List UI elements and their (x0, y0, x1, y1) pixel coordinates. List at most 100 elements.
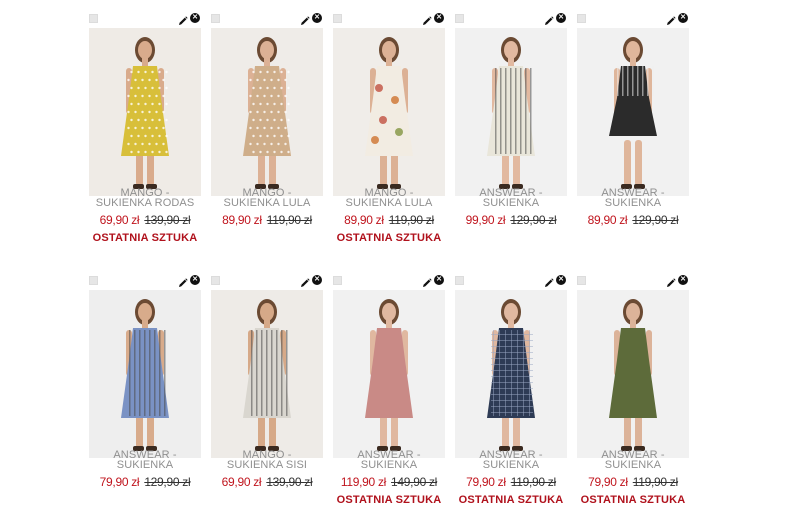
product-name[interactable]: SUKIENKA LULA (199, 198, 335, 209)
select-checkbox[interactable] (333, 276, 342, 285)
card-controls: ✕ (211, 274, 323, 288)
product-photo[interactable] (211, 28, 323, 196)
select-checkbox[interactable] (211, 14, 220, 23)
price-row: 89,90 zł 119,90 zł (199, 213, 335, 227)
select-checkbox[interactable] (577, 276, 586, 285)
price-row: 79,90 zł 119,90 zł (565, 475, 701, 489)
product-photo[interactable] (333, 290, 445, 458)
close-circle-icon[interactable]: ✕ (312, 13, 322, 23)
product-card[interactable]: ✕ ANSWEAR - SUKIENKA 89,90 zł 129,90 zł (577, 12, 689, 262)
sale-price: 89,90 zł (587, 213, 628, 227)
product-name[interactable]: SUKIENKA (443, 460, 579, 471)
pencil-icon[interactable] (422, 13, 432, 25)
stock-status: OSTATNIA SZTUKA (336, 232, 442, 244)
sale-price: 99,90 zł (465, 213, 506, 227)
pencil-icon[interactable] (300, 275, 310, 287)
product-photo[interactable] (455, 290, 567, 458)
close-circle-icon[interactable]: ✕ (678, 13, 688, 23)
product-card[interactable]: ✕ ANSWEAR - SUKIENKA 79,90 zł 119,90 zł OSTAT… (455, 274, 567, 524)
old-price: 119,90 zł (388, 213, 434, 227)
product-name[interactable]: SUKIENKA RODAS (77, 198, 213, 209)
product-info: MANGO - SUKIENKA LULA 89,90 zł 119,90 zł OST… (321, 188, 457, 245)
select-checkbox[interactable] (89, 276, 98, 285)
card-controls: ✕ (577, 12, 689, 26)
select-checkbox[interactable] (89, 14, 98, 23)
close-circle-icon[interactable]: ✕ (556, 13, 566, 23)
product-name[interactable]: SUKIENKA (565, 460, 701, 471)
pencil-icon[interactable] (178, 275, 188, 287)
stock-status: OSTATNIA SZTUKA (580, 494, 686, 506)
product-photo[interactable] (333, 28, 445, 196)
price-row: 79,90 zł 129,90 zł (77, 475, 213, 489)
product-photo[interactable] (89, 28, 201, 196)
old-price: 119,90 zł (510, 475, 556, 489)
card-controls: ✕ (577, 274, 689, 288)
card-controls: ✕ (89, 274, 201, 288)
product-info: MANGO - SUKIENKA RODAS 69,90 zł 139,90 zł OS… (77, 188, 213, 245)
product-card[interactable]: ✕ MANGO - SUKIENKA RODAS 69,90 zł 139,90 zł O… (89, 12, 201, 262)
model-illustration (577, 290, 689, 458)
product-card[interactable]: ✕ ANSWEAR - SUKIENKA 99,90 zł 129,90 zł (455, 12, 567, 262)
product-name[interactable]: SUKIENKA LULA (321, 198, 457, 209)
model-illustration (89, 28, 201, 196)
card-controls: ✕ (333, 12, 445, 26)
pencil-icon[interactable] (544, 13, 554, 25)
close-circle-icon[interactable]: ✕ (312, 275, 322, 285)
price-row: 69,90 zł 139,90 zł (77, 213, 213, 227)
product-card[interactable]: ✕ ANSWEAR - SUKIENKA 79,90 zł 119,90 zł OSTAT… (577, 274, 689, 524)
close-circle-icon[interactable]: ✕ (678, 275, 688, 285)
product-card[interactable]: ✕ MANGO - SUKIENKA LULA 89,90 zł 119,90 zł OS… (333, 12, 445, 262)
product-info: ANSWEAR - SUKIENKA 99,90 zł 129,90 zł (443, 188, 579, 232)
product-card[interactable]: ✕ MANGO - SUKIENKA LULA 89,90 zł 119,90 zł (211, 12, 323, 262)
old-price: 139,90 zł (144, 213, 191, 227)
select-checkbox[interactable] (333, 14, 342, 23)
close-circle-icon[interactable]: ✕ (190, 13, 200, 23)
close-circle-icon[interactable]: ✕ (434, 13, 444, 23)
pencil-icon[interactable] (300, 13, 310, 25)
product-card[interactable]: ✕ ANSWEAR - SUKIENKA 79,90 zł 129,90 zł (89, 274, 201, 524)
product-grid: ✕ MANGO - SUKIENKA RODAS 69,90 zł 139,90 zł O… (89, 12, 701, 521)
pencil-icon[interactable] (666, 275, 676, 287)
close-circle-icon[interactable]: ✕ (434, 275, 444, 285)
product-info: MANGO - SUKIENKA LULA 89,90 zł 119,90 zł (199, 188, 335, 232)
price-row: 99,90 zł 129,90 zł (443, 213, 579, 227)
model-illustration (333, 28, 445, 196)
model-illustration (211, 28, 323, 196)
card-controls: ✕ (455, 274, 567, 288)
price-row: 119,90 zł 149,90 zł (321, 475, 457, 489)
product-name[interactable]: SUKIENKA (565, 198, 701, 209)
pencil-icon[interactable] (544, 275, 554, 287)
product-photo[interactable] (211, 290, 323, 458)
sale-price: 79,90 zł (466, 475, 506, 489)
select-checkbox[interactable] (211, 276, 220, 285)
product-photo[interactable] (577, 290, 689, 458)
price-row: 89,90 zł 119,90 zł (321, 213, 457, 227)
product-card[interactable]: ✕ MANGO - SUKIENKA SISI 69,90 zł 139,90 zł (211, 274, 323, 524)
model-illustration (333, 290, 445, 458)
old-price: 149,90 zł (391, 475, 438, 489)
stock-status: OSTATNIA SZTUKA (336, 494, 442, 506)
select-checkbox[interactable] (455, 276, 464, 285)
product-info: ANSWEAR - SUKIENKA 119,90 zł 149,90 zł OSTAT… (321, 450, 457, 507)
close-circle-icon[interactable]: ✕ (556, 275, 566, 285)
product-card[interactable]: ✕ ANSWEAR - SUKIENKA 119,90 zł 149,90 zł OSTA… (333, 274, 445, 524)
product-info: ANSWEAR - SUKIENKA 79,90 zł 119,90 zł OSTATN… (565, 450, 701, 507)
pencil-icon[interactable] (178, 13, 188, 25)
product-photo[interactable] (577, 28, 689, 196)
model-illustration (577, 28, 689, 196)
product-photo[interactable] (455, 28, 567, 196)
pencil-icon[interactable] (666, 13, 676, 25)
product-name[interactable]: SUKIENKA (77, 460, 213, 471)
sale-price: 69,90 zł (99, 213, 140, 227)
select-checkbox[interactable] (455, 14, 464, 23)
close-circle-icon[interactable]: ✕ (190, 275, 200, 285)
old-price: 139,90 zł (266, 475, 313, 489)
product-name[interactable]: SUKIENKA (443, 198, 579, 209)
product-info: ANSWEAR - SUKIENKA 79,90 zł 129,90 zł (77, 450, 213, 494)
product-photo[interactable] (89, 290, 201, 458)
product-name[interactable]: SUKIENKA (321, 460, 457, 471)
product-name[interactable]: SUKIENKA SISI (199, 460, 335, 471)
select-checkbox[interactable] (577, 14, 586, 23)
card-controls: ✕ (211, 12, 323, 26)
pencil-icon[interactable] (422, 275, 432, 287)
